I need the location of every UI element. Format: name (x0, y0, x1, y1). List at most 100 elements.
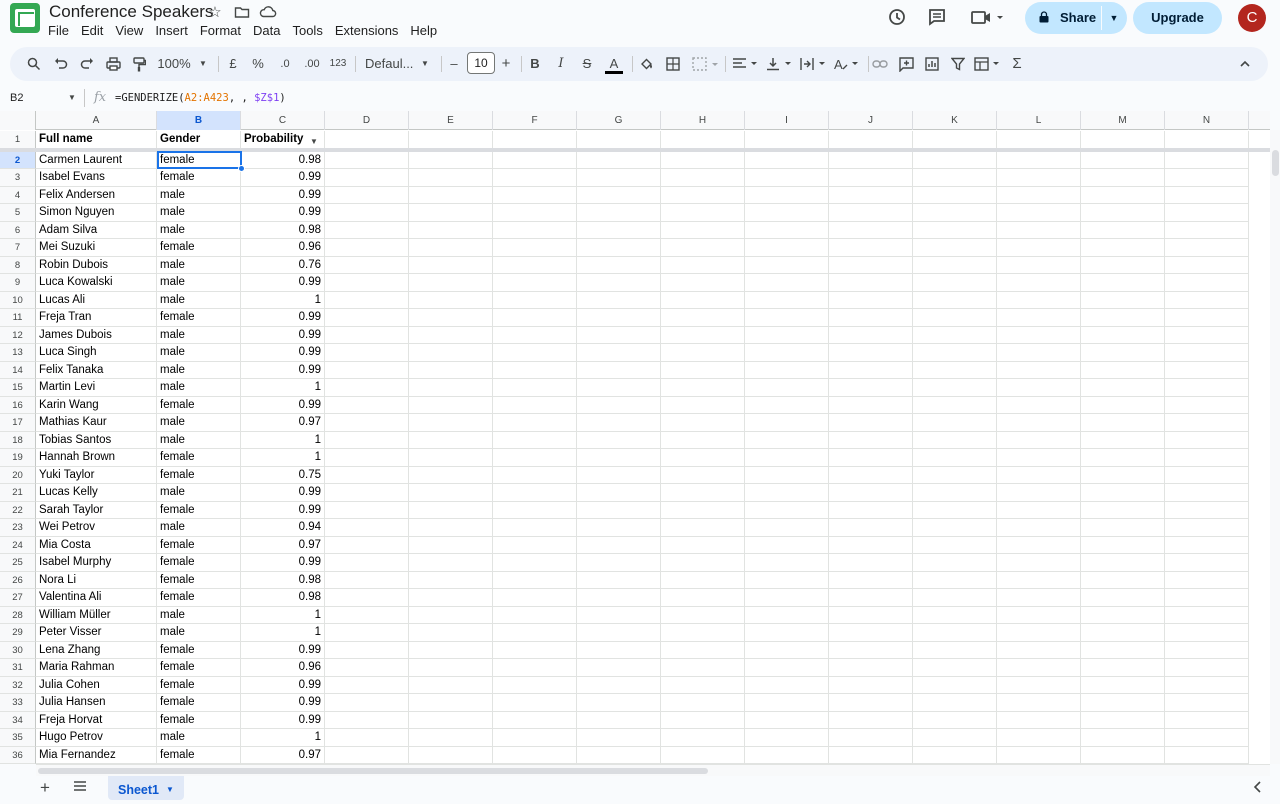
table-cell[interactable] (829, 274, 913, 292)
table-cell[interactable]: 0.99 (241, 309, 325, 327)
table-cell[interactable]: Adam Silva (36, 221, 157, 239)
table-cell[interactable]: female (157, 536, 241, 554)
table-cell[interactable] (325, 571, 409, 589)
table-cell[interactable] (997, 659, 1081, 677)
table-cell[interactable] (829, 501, 913, 519)
table-cell[interactable]: male (157, 361, 241, 379)
table-cell[interactable] (913, 449, 997, 467)
table-cell[interactable]: male (157, 379, 241, 397)
sheet-tab-sheet1[interactable]: Sheet1 ▼ (108, 776, 184, 800)
table-cell[interactable] (1081, 641, 1165, 659)
table-cell[interactable]: 1 (241, 379, 325, 397)
table-cell[interactable] (1081, 746, 1165, 764)
menu-extensions[interactable]: Extensions (329, 22, 405, 40)
table-cell[interactable]: 1 (241, 729, 325, 747)
column-header-e[interactable]: E (409, 111, 493, 130)
table-cell[interactable] (661, 484, 745, 502)
table-cell[interactable] (1165, 274, 1249, 292)
table-cell[interactable] (1081, 659, 1165, 677)
table-cell[interactable]: Lucas Kelly (36, 484, 157, 502)
zoom-select[interactable]: 100% (156, 55, 192, 73)
table-cell[interactable] (1165, 204, 1249, 222)
row-header[interactable]: 20 (0, 466, 36, 484)
table-cell[interactable] (1165, 169, 1249, 187)
row-header[interactable]: 29 (0, 624, 36, 642)
table-cell[interactable] (661, 414, 745, 432)
table-cell[interactable] (409, 151, 493, 169)
table-cell[interactable] (829, 606, 913, 624)
table-cell[interactable] (409, 676, 493, 694)
table-cell[interactable] (829, 536, 913, 554)
table-cell[interactable] (493, 449, 577, 467)
table-cell[interactable] (409, 414, 493, 432)
fill-handle[interactable] (238, 165, 245, 172)
table-cell[interactable] (913, 624, 997, 642)
table-cell[interactable] (661, 694, 745, 712)
table-cell[interactable] (577, 151, 661, 169)
table-cell[interactable] (409, 589, 493, 607)
table-cell[interactable]: Freja Tran (36, 309, 157, 327)
table-cell[interactable] (1081, 221, 1165, 239)
table-cell[interactable] (661, 466, 745, 484)
horizontal-scroll-thumb[interactable] (38, 768, 708, 774)
share-button[interactable]: Share ▼ (1025, 2, 1127, 34)
row-header[interactable]: 3 (0, 169, 36, 187)
table-cell[interactable] (997, 536, 1081, 554)
table-cell[interactable]: Karin Wang (36, 396, 157, 414)
table-cell[interactable]: 0.99 (241, 676, 325, 694)
table-cell[interactable] (409, 274, 493, 292)
table-cell[interactable] (997, 449, 1081, 467)
table-cell[interactable] (1081, 449, 1165, 467)
table-cell[interactable]: Hannah Brown (36, 449, 157, 467)
table-cell[interactable] (997, 396, 1081, 414)
table-cell[interactable]: male (157, 431, 241, 449)
row-header[interactable]: 17 (0, 414, 36, 432)
table-cell[interactable]: 0.98 (241, 151, 325, 169)
table-cell[interactable] (325, 711, 409, 729)
insert-chart-icon[interactable] (924, 55, 940, 73)
vertical-scroll-thumb[interactable] (1272, 150, 1279, 176)
row-header[interactable]: 21 (0, 484, 36, 502)
table-cell[interactable] (409, 466, 493, 484)
table-cell[interactable] (577, 466, 661, 484)
table-cell[interactable] (829, 379, 913, 397)
table-cell[interactable] (745, 186, 829, 204)
meet-video-icon[interactable] (970, 7, 1004, 29)
table-cell[interactable] (661, 379, 745, 397)
table-cell[interactable] (997, 361, 1081, 379)
table-cell[interactable] (997, 589, 1081, 607)
table-cell[interactable] (325, 729, 409, 747)
menu-data[interactable]: Data (247, 22, 286, 40)
table-cell[interactable] (577, 361, 661, 379)
spreadsheet-grid[interactable]: ABCDEFGHIJKLMN 1 Full name Gender Probabili… (0, 111, 1270, 764)
table-cell[interactable]: Mei Suzuki (36, 239, 157, 257)
table-cell[interactable] (493, 729, 577, 747)
table-cell[interactable] (577, 326, 661, 344)
table-cell[interactable] (409, 431, 493, 449)
table-cell[interactable] (997, 501, 1081, 519)
table-cell[interactable] (661, 239, 745, 257)
table-cell[interactable]: 1 (241, 606, 325, 624)
row-header[interactable]: 27 (0, 589, 36, 607)
table-cell[interactable] (661, 256, 745, 274)
table-cell[interactable] (661, 729, 745, 747)
table-cell[interactable] (829, 554, 913, 572)
share-dropdown-icon[interactable]: ▼ (1107, 2, 1121, 34)
table-cell[interactable]: Hugo Petrov (36, 729, 157, 747)
table-cell[interactable] (1165, 484, 1249, 502)
table-cell[interactable] (997, 606, 1081, 624)
table-cell[interactable] (577, 676, 661, 694)
table-cell[interactable] (1081, 536, 1165, 554)
table-cell[interactable] (829, 169, 913, 187)
search-menus-icon[interactable] (25, 55, 43, 73)
table-cell[interactable] (661, 151, 745, 169)
table-cell[interactable] (1165, 536, 1249, 554)
table-cell[interactable] (409, 694, 493, 712)
table-cell[interactable] (577, 711, 661, 729)
table-cell[interactable] (1165, 659, 1249, 677)
table-cell[interactable] (1081, 309, 1165, 327)
table-cell[interactable] (913, 309, 997, 327)
table-cell[interactable]: James Dubois (36, 326, 157, 344)
table-cell[interactable] (409, 204, 493, 222)
table-cell[interactable] (913, 589, 997, 607)
